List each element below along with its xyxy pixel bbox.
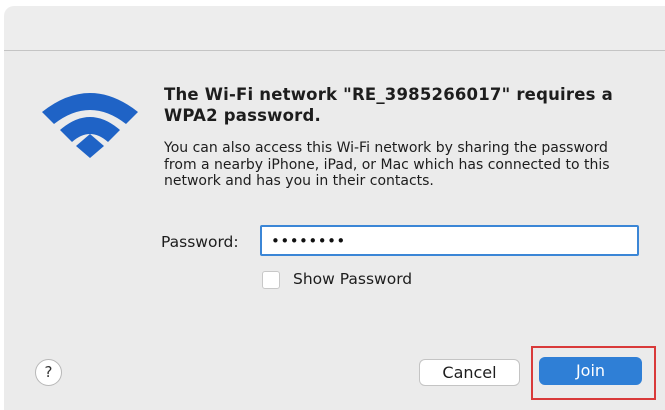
help-button[interactable]: ? — [35, 359, 62, 386]
password-label: Password: — [161, 233, 239, 251]
dialog-titlebar — [4, 6, 665, 51]
wifi-icon — [42, 93, 138, 158]
wifi-password-dialog: The Wi-Fi network "RE_3985266017" requir… — [0, 0, 665, 410]
show-password-label[interactable]: Show Password — [293, 270, 412, 288]
dialog-description: You can also access this Wi-Fi network b… — [164, 140, 610, 189]
show-password-checkbox[interactable] — [262, 271, 280, 289]
join-button[interactable]: Join — [539, 357, 642, 385]
dialog-title: The Wi-Fi network "RE_3985266017" requir… — [164, 85, 613, 125]
password-field[interactable] — [260, 225, 639, 256]
cancel-button[interactable]: Cancel — [419, 359, 520, 386]
